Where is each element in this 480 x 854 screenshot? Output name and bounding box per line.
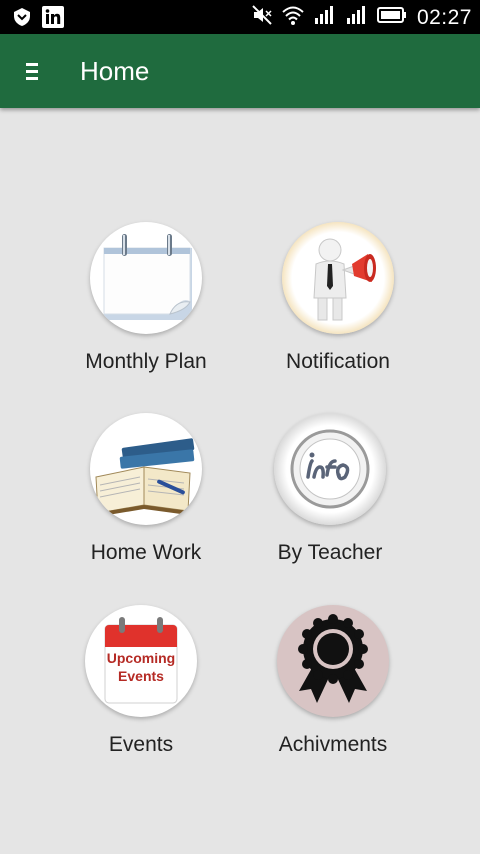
- page-title: Home: [80, 56, 150, 86]
- status-time: 02:27: [416, 5, 472, 29]
- tile-label: Notification: [286, 350, 390, 373]
- home-work-tile[interactable]: Home Work: [51, 413, 241, 565]
- achievements-icon-circle: [277, 605, 389, 717]
- home-work-icon-circle: [90, 413, 202, 525]
- events-icon-text-2: Events: [118, 668, 164, 684]
- events-tile[interactable]: Upcoming Events Events: [46, 605, 236, 757]
- tile-label: Monthly Plan: [85, 350, 207, 373]
- mute-icon: [251, 4, 273, 31]
- info-icon: [290, 429, 370, 509]
- upcoming-events-calendar-icon: Upcoming Events: [104, 617, 178, 704]
- notification-icon-circle: [282, 222, 394, 334]
- tile-label: Events: [108, 733, 174, 756]
- tile-label: Home Work: [90, 541, 202, 564]
- monthly-plan-icon-circle: [90, 222, 202, 334]
- tile-label: By Teacher: [277, 541, 383, 564]
- by-teacher-icon-circle: [274, 413, 386, 525]
- signal-icon: [313, 4, 337, 31]
- megaphone-person-icon: [313, 238, 376, 321]
- events-icon-text-1: Upcoming: [107, 650, 175, 666]
- linkedin-icon: [42, 6, 64, 33]
- by-teacher-tile[interactable]: By Teacher: [235, 413, 425, 565]
- signal-icon: [345, 4, 369, 31]
- notification-tile[interactable]: Notification: [243, 222, 433, 374]
- achievements-tile[interactable]: Achivments: [238, 605, 428, 757]
- status-bar: 02:27: [0, 0, 480, 34]
- notebook-books-icon: [95, 438, 195, 517]
- award-ribbon-icon: [298, 614, 368, 703]
- events-icon-circle: Upcoming Events: [85, 605, 197, 717]
- calendar-icon: [103, 234, 192, 320]
- wifi-icon: [281, 4, 305, 31]
- monthly-plan-tile[interactable]: Monthly Plan: [51, 222, 241, 374]
- app-bar: Home: [0, 34, 480, 108]
- notification-shield-icon: [12, 7, 32, 32]
- hamburger-menu-icon: [26, 63, 38, 80]
- battery-icon: [376, 6, 407, 29]
- menu-button[interactable]: [18, 54, 52, 88]
- tile-label: Achivments: [278, 733, 388, 756]
